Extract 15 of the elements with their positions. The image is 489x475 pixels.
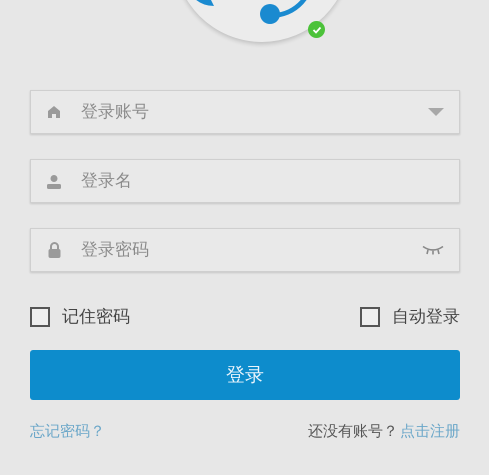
register-link[interactable]: 点击注册	[400, 422, 460, 441]
lock-icon	[48, 242, 60, 258]
checkbox-label[interactable]: 记住密码	[62, 305, 130, 328]
checkbox[interactable]	[360, 306, 380, 326]
checkbox-label[interactable]: 自动登录	[392, 305, 460, 328]
forgot-password-link[interactable]: 忘记密码？	[30, 422, 105, 441]
dropdown-field[interactable]: 登录账号	[30, 90, 460, 134]
input-field[interactable]: 登录名	[30, 159, 460, 203]
checkbox[interactable]	[30, 306, 50, 326]
home-icon	[47, 105, 61, 119]
person-icon	[46, 174, 62, 188]
register-prompt: 还没有账号？	[308, 422, 398, 441]
closed-eye-icon[interactable]	[422, 246, 444, 254]
password-field[interactable]: 登录密码	[30, 228, 460, 272]
login-button[interactable]: 登录	[30, 350, 460, 400]
